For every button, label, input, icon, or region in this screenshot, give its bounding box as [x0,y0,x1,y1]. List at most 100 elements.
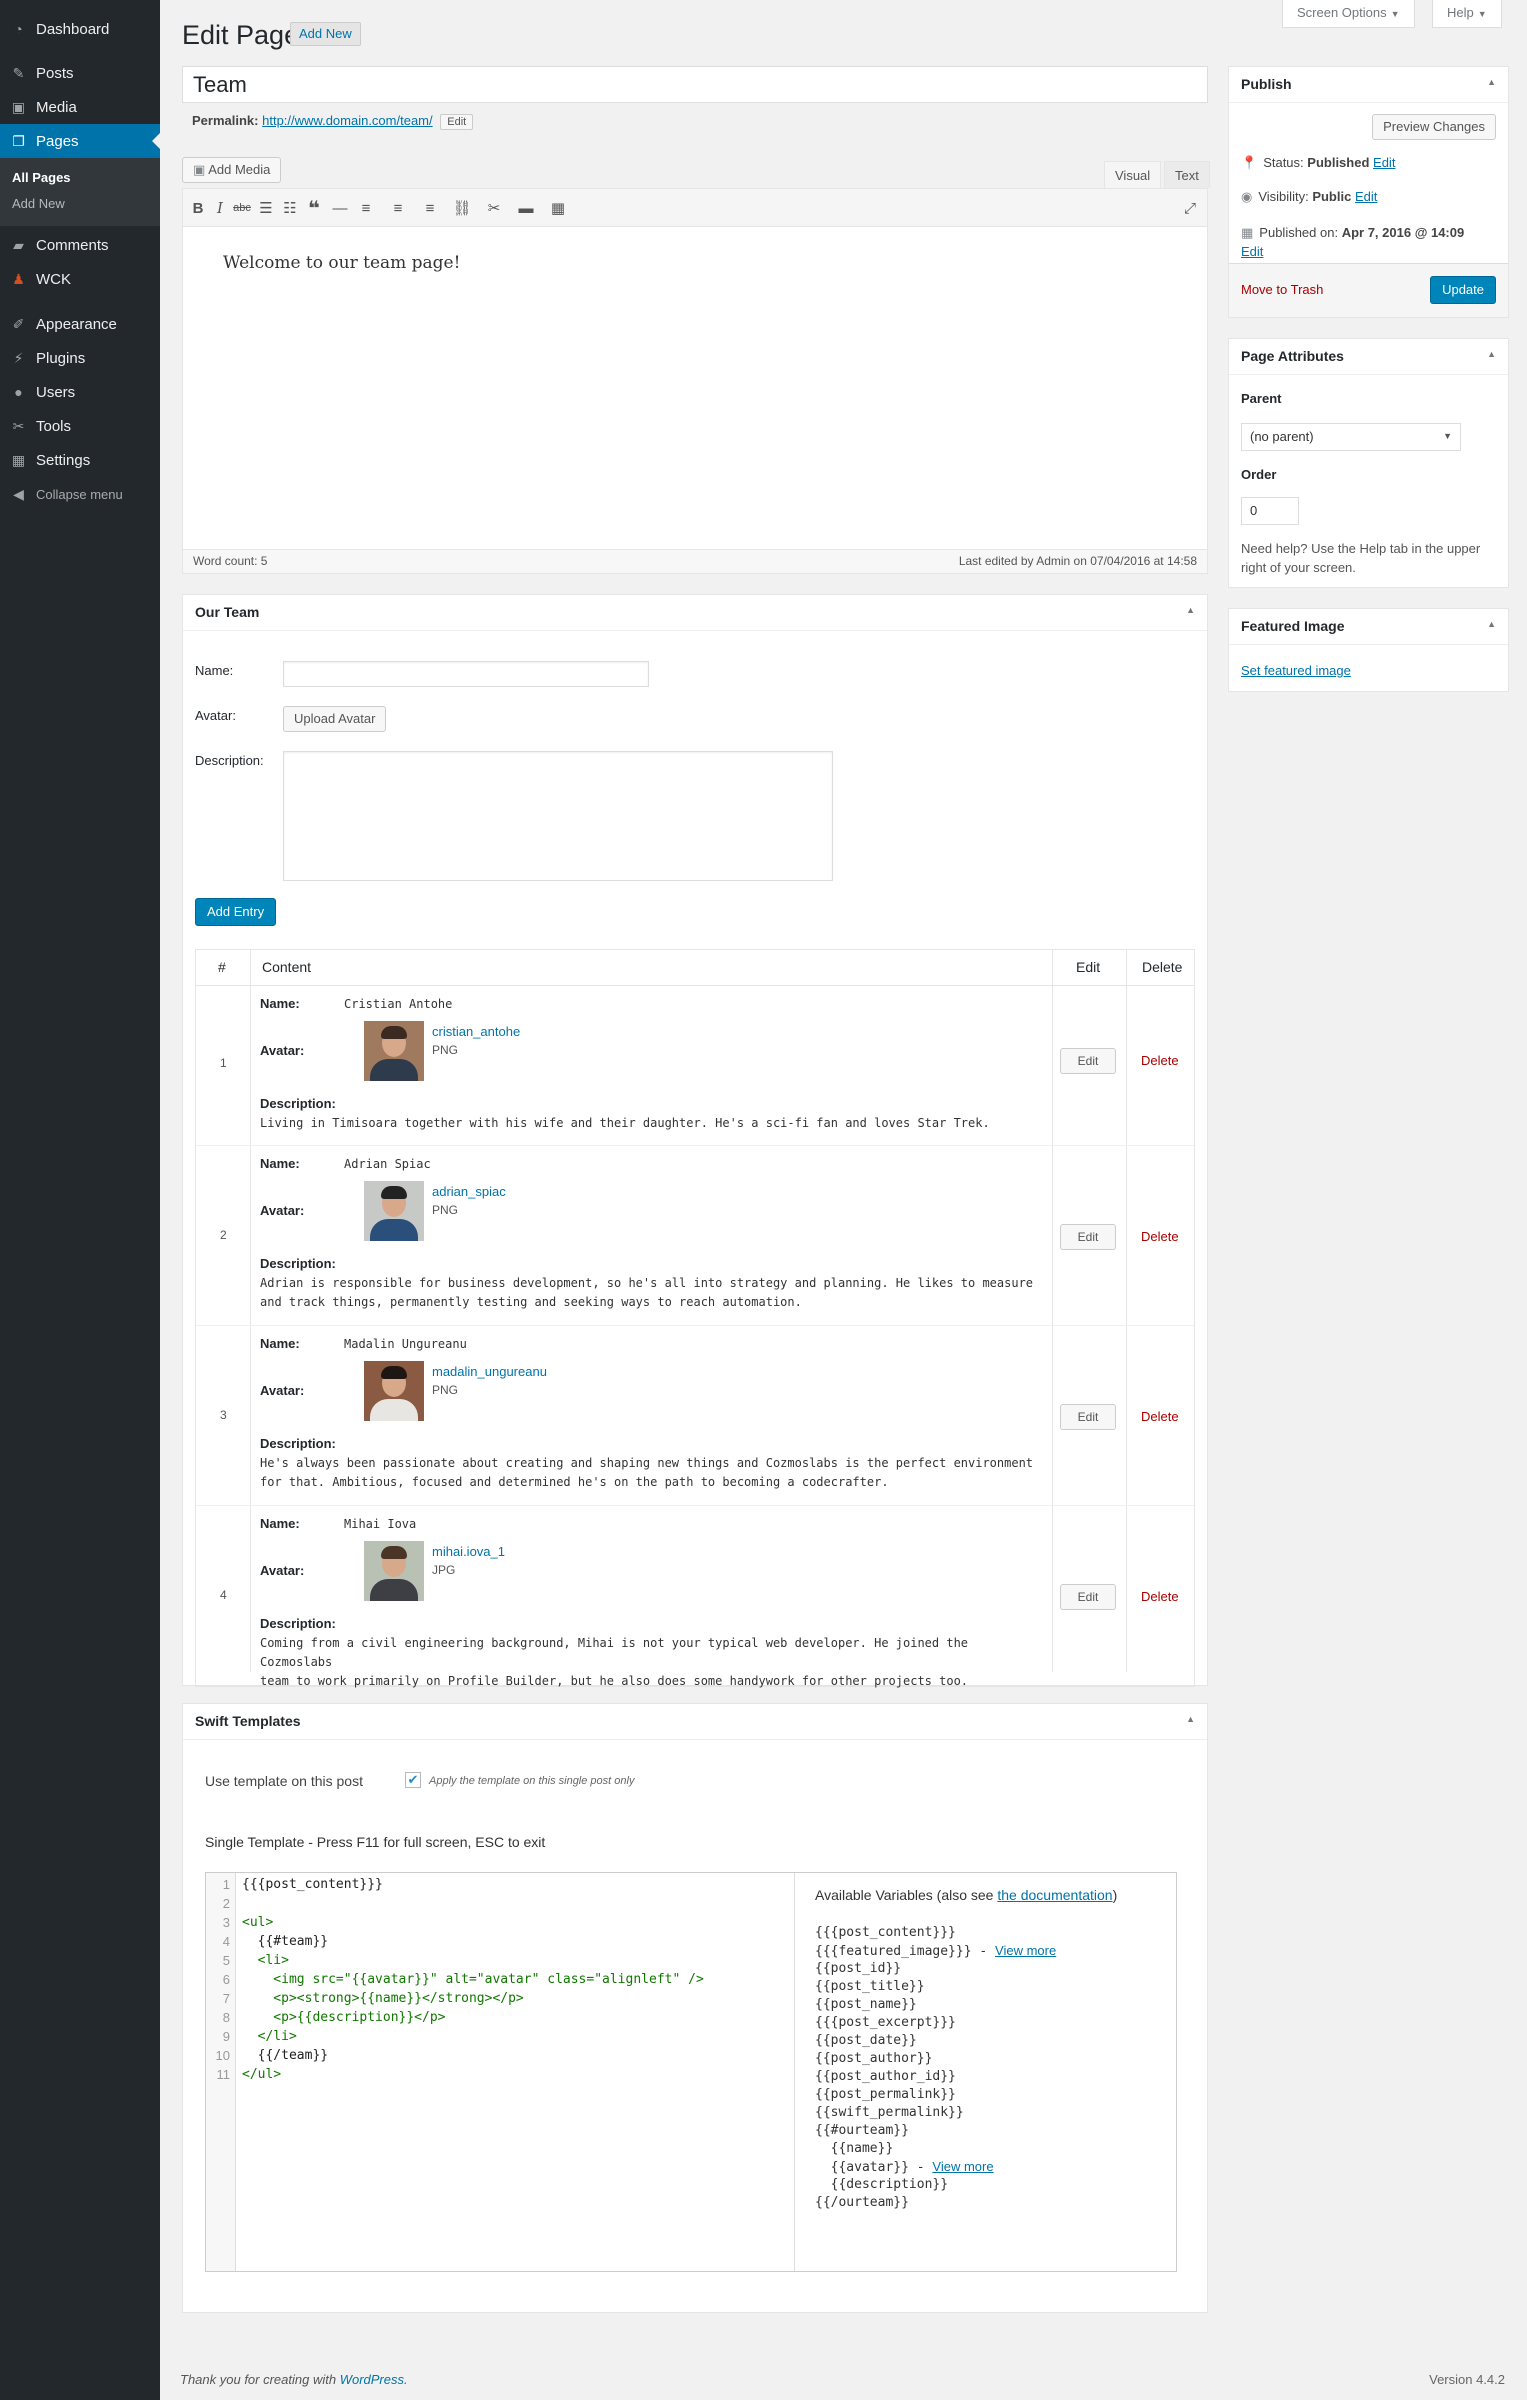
edit-entry-button[interactable]: Edit [1060,1048,1116,1074]
editor-content[interactable]: Welcome to our team page! [223,253,460,273]
wck-icon: ♟ [12,270,25,287]
horizontal-line-icon[interactable]: — [329,197,351,219]
sidebar-item-plugins[interactable]: ⚡ Plugins [0,341,160,375]
wordpress-link[interactable]: WordPress [340,2372,404,2387]
avatar-file-link[interactable]: mihai.iova_1 [432,1544,505,1559]
post-title-input[interactable]: Team [182,66,1208,103]
toolbar-toggle-icon[interactable]: ▦ [547,197,569,219]
link-icon[interactable]: ⛓ [451,197,473,219]
permalink-link[interactable]: http://www.domain.com/team/ [262,113,433,128]
collapse-arrow-icon[interactable]: ▲ [1186,1714,1195,1724]
sidebar-item-posts[interactable]: ✎ Posts [0,56,160,90]
set-featured-image-link[interactable]: Set featured image [1241,663,1351,678]
bullet-list-icon[interactable]: ☰ [255,197,277,219]
sidebar-item-users[interactable]: ● Users [0,375,160,409]
publish-actions: Move to Trash Update [1229,263,1508,317]
swift-templates-metabox: Swift Templates ▲ Use template on this p… [182,1703,1208,2313]
italic-icon[interactable]: I [209,197,231,219]
bold-icon[interactable]: B [187,197,209,219]
pin-icon: 📍 [1241,155,1258,170]
align-right-icon[interactable]: ≡ [419,197,441,219]
blockquote-icon[interactable]: ❝ [303,197,325,220]
parent-select[interactable]: (no parent) ▼ [1241,423,1461,451]
fullscreen-icon[interactable]: ⤢ [1179,197,1201,219]
update-button[interactable]: Update [1430,276,1496,304]
template-code-editor[interactable]: 1 2 3 4 5 6 7 8 9 10 11 {{{post_content}… [205,1872,1177,2272]
sidebar-item-tools[interactable]: ✂ Tools [0,409,160,443]
editor-toolbar: B I abc ☰ ☷ ❝ — ≡ ≡ ≡ ⛓ ✂ ▬ ▦ ⤢ [183,189,1207,227]
description-textarea[interactable] [283,751,833,881]
align-left-icon[interactable]: ≡ [355,197,377,219]
use-template-label: Use template on this post [205,1773,363,1789]
page-attributes-header[interactable]: Page Attributes ▲ [1229,339,1508,375]
apply-template-checkbox[interactable]: ✔ [405,1772,421,1788]
documentation-link[interactable]: the documentation [997,1887,1112,1903]
dashboard-icon: ◔ [14,21,23,37]
avatar-file-link[interactable]: adrian_spiac [432,1184,506,1199]
help-button[interactable]: Help ▼ [1432,0,1502,28]
published-on-row: ▦ Published on: Apr 7, 2016 @ 14:09 Edit [1241,225,1465,259]
users-icon: ● [14,384,23,400]
delete-entry-link[interactable]: Delete [1141,1589,1179,1604]
content-editor: B I abc ☰ ☷ ❝ — ≡ ≡ ≡ ⛓ ✂ ▬ ▦ ⤢ Welcome … [182,188,1208,574]
read-more-icon[interactable]: ▬ [515,197,537,219]
order-label: Order [1241,467,1277,482]
sidebar-item-wck[interactable]: ♟ WCK [0,262,160,296]
page-attributes-metabox: Page Attributes ▲ Parent (no parent) ▼ O… [1228,338,1509,588]
avatar-image [364,1361,424,1421]
screen-options-button[interactable]: Screen Options ▼ [1282,0,1415,28]
collapse-arrow-icon[interactable]: ▲ [1487,619,1496,629]
featured-image-header[interactable]: Featured Image ▲ [1229,609,1508,645]
view-more-link[interactable]: View more [995,1943,1056,1958]
publish-header[interactable]: Publish ▲ [1229,67,1508,103]
order-input[interactable]: 0 [1241,497,1299,525]
preview-changes-button[interactable]: Preview Changes [1372,114,1496,140]
sidebar-item-comments[interactable]: ▰ Comments [0,228,160,262]
add-media-button[interactable]: ▣ Add Media [182,157,282,183]
align-center-icon[interactable]: ≡ [387,197,409,219]
edit-status-link[interactable]: Edit [1373,155,1395,170]
sidebar-item-pages[interactable]: ❐ Pages [0,124,160,158]
edit-entry-button[interactable]: Edit [1060,1584,1116,1610]
collapse-arrow-icon[interactable]: ▲ [1186,605,1195,615]
submenu-add-new[interactable]: Add New [12,196,65,211]
avatar-image [364,1541,424,1601]
edit-visibility-link[interactable]: Edit [1355,189,1377,204]
delete-entry-link[interactable]: Delete [1141,1409,1179,1424]
delete-entry-link[interactable]: Delete [1141,1229,1179,1244]
move-to-trash-link[interactable]: Move to Trash [1241,282,1323,297]
our-team-header[interactable]: Our Team ▲ [183,595,1207,631]
edit-slug-button[interactable]: Edit [440,114,474,130]
sidebar-item-media[interactable]: ▣ Media [0,90,160,124]
submenu-all-pages[interactable]: All Pages [12,170,71,185]
collapse-arrow-icon[interactable]: ▲ [1487,349,1496,359]
editor-status-bar: Word count: 5 Last edited by Admin on 07… [183,549,1207,573]
edit-date-link[interactable]: Edit [1241,244,1263,259]
avatar-file-link[interactable]: madalin_ungureanu [432,1364,547,1379]
collapse-menu-button[interactable]: ◀ Collapse menu [0,477,160,511]
collapse-arrow-icon[interactable]: ▲ [1487,77,1496,87]
swift-templates-header[interactable]: Swift Templates ▲ [183,1704,1207,1740]
upload-avatar-button[interactable]: Upload Avatar [283,706,387,732]
tab-text[interactable]: Text [1164,161,1210,188]
numbered-list-icon[interactable]: ☷ [279,197,301,219]
help-text: Need help? Use the Help tab in the upper… [1241,541,1481,575]
sidebar-item-dashboard[interactable]: ◔ Dashboard [0,12,160,46]
footer-thanks: Thank you for creating with WordPress. [180,2372,408,2387]
strikethrough-icon[interactable]: abc [231,197,253,219]
add-entry-button[interactable]: Add Entry [195,898,277,926]
unlink-icon[interactable]: ✂ [483,197,505,219]
add-new-button[interactable]: Add New [290,22,361,46]
avatar-file-link[interactable]: cristian_antohe [432,1024,520,1039]
sidebar-item-settings[interactable]: ▦ Settings [0,443,160,477]
publish-metabox: Publish ▲ Preview Changes 📍 Status: Publi… [1228,66,1509,318]
view-more-link[interactable]: View more [932,2159,993,2174]
edit-entry-button[interactable]: Edit [1060,1404,1116,1430]
caret-down-icon: ▼ [1477,9,1487,19]
sidebar-item-appearance[interactable]: ✐ Appearance [0,307,160,341]
delete-entry-link[interactable]: Delete [1141,1053,1179,1068]
tab-visual[interactable]: Visual [1104,161,1162,188]
wrench-icon: ✂ [12,417,25,434]
name-input[interactable] [283,661,649,687]
edit-entry-button[interactable]: Edit [1060,1224,1116,1250]
